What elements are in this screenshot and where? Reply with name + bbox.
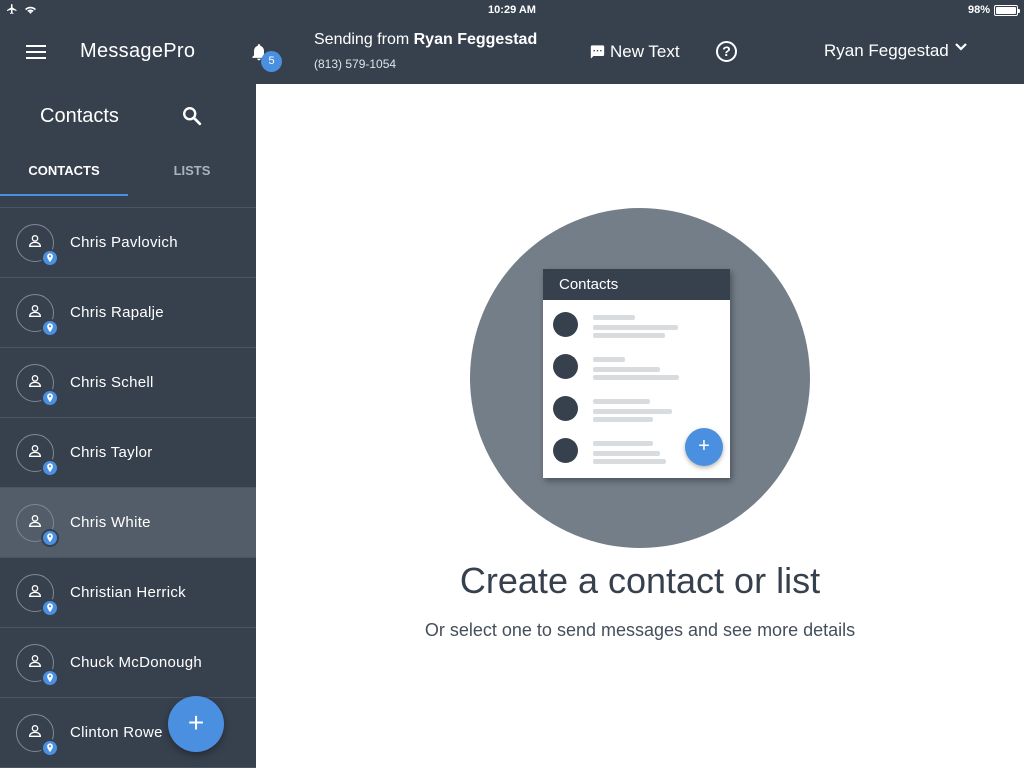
sending-from: Sending from Ryan Feggestad [314, 31, 537, 49]
contact-avatar [16, 644, 59, 687]
location-pin-icon [41, 739, 59, 757]
contact-avatar [16, 224, 59, 267]
app-title: MessagePro [80, 40, 196, 62]
location-pin-icon [41, 459, 59, 477]
contact-name: Chuck McDonough [70, 654, 203, 671]
status-bar: 10:29 AM 98% [0, 0, 1024, 20]
illustration-card-title: Contacts [543, 269, 730, 300]
contact-row[interactable]: Chris Taylor [0, 418, 256, 488]
status-right: 98% [967, 4, 1020, 16]
tab-contacts[interactable]: CONTACTS [0, 154, 128, 196]
location-pin-icon [41, 599, 59, 617]
chat-icon [590, 45, 605, 59]
contact-name: Chris Pavlovich [70, 234, 178, 251]
person-icon [28, 585, 42, 597]
person-icon [28, 655, 42, 667]
new-text-button[interactable]: New Text [589, 42, 680, 62]
new-text-label: New Text [610, 42, 680, 61]
contact-name: Chris White [70, 514, 151, 531]
notification-badge: 5 [261, 51, 282, 72]
menu-icon[interactable] [26, 45, 46, 59]
contact-row[interactable]: Chris White [0, 488, 256, 558]
main-content: Contacts + Create a contact or list Or s… [256, 84, 1024, 768]
contact-list: Chris Pavlovich Chris Rapalje Chris Schell… [0, 208, 256, 768]
contact-name: Christian Herrick [70, 584, 186, 601]
illustration-add-icon: + [685, 428, 723, 466]
notifications-button[interactable]: 5 [249, 41, 283, 73]
location-pin-icon [41, 529, 59, 547]
contact-row[interactable]: Chris Pavlovich [0, 208, 256, 278]
location-pin-icon [41, 249, 59, 267]
illustration-row [543, 342, 730, 384]
illustration-row [543, 300, 730, 342]
contact-avatar [16, 364, 59, 407]
contact-row[interactable]: Chuck McDonough [0, 628, 256, 698]
contact-name: Clinton Rowe [70, 724, 163, 741]
contact-avatar [16, 434, 59, 477]
person-icon [28, 305, 42, 317]
contact-avatar [16, 294, 59, 337]
location-pin-icon [41, 389, 59, 407]
user-menu[interactable]: Ryan Feggestad [824, 41, 967, 61]
sidebar-title: Contacts [40, 105, 119, 127]
app-header: MessagePro 5 Sending from Ryan Feggestad… [0, 20, 1024, 84]
user-name: Ryan Feggestad [824, 41, 949, 60]
status-time: 10:29 AM [488, 4, 536, 16]
person-icon [553, 396, 578, 421]
contact-name: Chris Taylor [70, 444, 153, 461]
contact-row[interactable]: Chris Schell [0, 348, 256, 418]
person-icon [28, 445, 42, 457]
location-pin-icon [41, 319, 59, 337]
empty-state-title: Create a contact or list [459, 560, 821, 601]
contact-name: Chris Rapalje [70, 304, 164, 321]
contact-row[interactable]: Chris Rapalje [0, 278, 256, 348]
battery-percent: 98% [967, 4, 990, 16]
contact-avatar [16, 714, 59, 757]
location-pin-icon [41, 669, 59, 687]
person-icon [553, 438, 578, 463]
illustration-card: Contacts + [543, 269, 730, 478]
contacts-sidebar: Contacts CONTACTS LISTS Chris Pavlovich C… [0, 84, 256, 768]
illustration-row [543, 384, 730, 426]
person-icon [553, 354, 578, 379]
person-icon [28, 375, 42, 387]
contact-name: Chris Schell [70, 374, 154, 391]
sending-prefix: Sending from [314, 31, 410, 48]
sending-phone: (813) 579-1054 [314, 57, 397, 71]
chevron-down-icon [954, 43, 967, 51]
empty-state-subtitle: Or select one to send messages and see m… [424, 620, 856, 640]
search-icon[interactable] [181, 105, 203, 127]
person-icon [28, 235, 42, 247]
sending-name: Ryan Feggestad [413, 31, 538, 48]
person-icon [28, 725, 42, 737]
add-contact-button[interactable]: + [168, 696, 224, 752]
help-icon[interactable]: ? [716, 41, 737, 62]
contact-avatar [16, 574, 59, 617]
person-icon [553, 312, 578, 337]
battery-icon [994, 4, 1020, 16]
contact-avatar [16, 504, 59, 547]
tab-lists[interactable]: LISTS [128, 154, 256, 196]
contact-row[interactable]: Christian Herrick [0, 558, 256, 628]
person-icon [28, 515, 42, 527]
sidebar-tabs: CONTACTS LISTS [0, 154, 256, 196]
